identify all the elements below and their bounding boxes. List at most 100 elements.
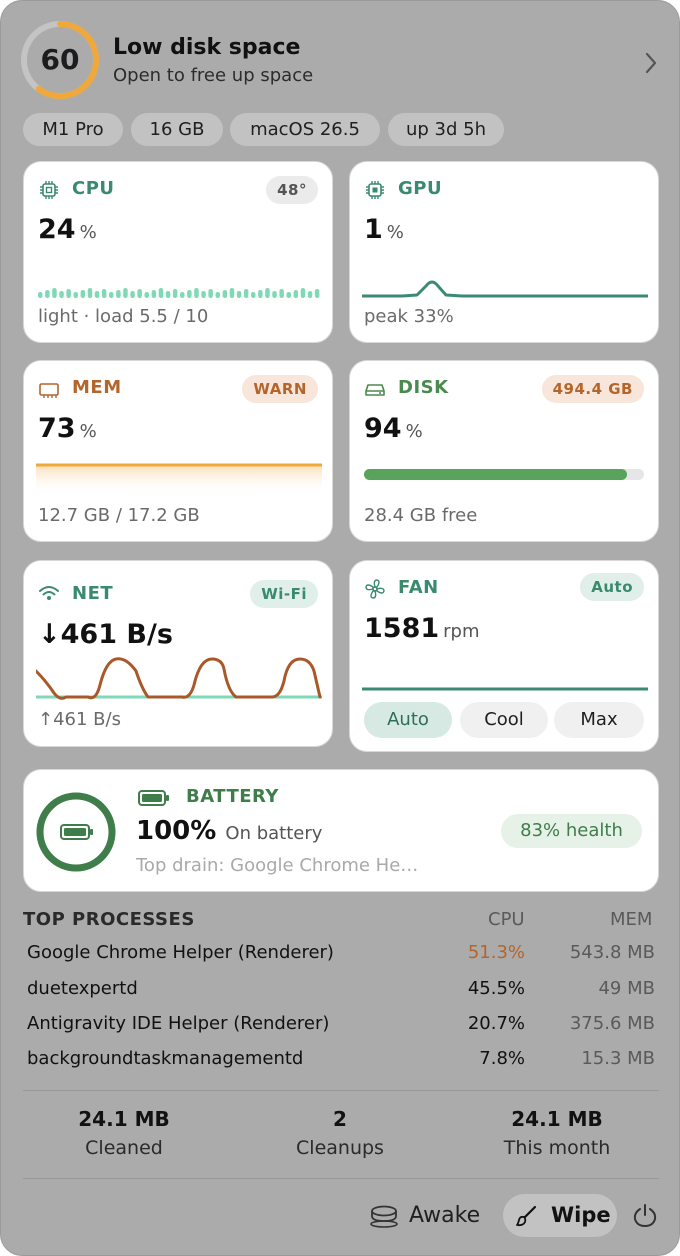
stat-cleanups: 2 Cleanups — [240, 1107, 440, 1159]
alert-title[interactable]: Low disk space — [113, 35, 300, 60]
memory-usage-detail: 12.7 GB / 17.2 GB — [38, 505, 200, 526]
memory-title: MEM — [72, 377, 122, 398]
cpu-sparkline-bar — [116, 290, 121, 298]
memory-warning-badge: WARN — [242, 375, 318, 403]
network-title: NET — [72, 583, 114, 604]
fan-title: FAN — [398, 577, 439, 598]
gpu-history-sparkline — [362, 280, 648, 298]
disk-usage: 94% — [364, 413, 423, 444]
network-upload-rate: ↑461 B/s — [38, 709, 121, 730]
process-name: Google Chrome Helper (Renderer) — [27, 942, 334, 963]
cpu-sparkline-bar — [307, 291, 313, 298]
cpu-sparkline-bar — [229, 288, 235, 298]
memory-usage-unit: % — [79, 421, 97, 442]
process-memory: 15.3 MB — [581, 1048, 655, 1069]
battery-status: 100% On battery — [136, 816, 322, 846]
cpu-usage: 24% — [38, 214, 97, 245]
cpu-sparkline-bar — [101, 289, 107, 298]
gpu-title: GPU — [398, 178, 443, 199]
memory-usage-value: 73 — [38, 413, 76, 444]
memory-history-chart — [36, 463, 322, 495]
battery-icon — [138, 790, 169, 806]
chip-os-version: macOS 26.5 — [230, 113, 380, 146]
alert-subtitle[interactable]: Open to free up space — [113, 65, 313, 86]
cpu-card[interactable]: CPU 48° 24% light · load 5.5 / 10 — [23, 161, 333, 343]
processes-cpu-header[interactable]: CPU — [488, 909, 525, 930]
stat-cleanups-value: 2 — [333, 1107, 347, 1131]
network-download-value: ↓461 B/s — [38, 619, 173, 650]
cpu-temperature-badge: 48° — [266, 176, 318, 204]
awake-label: Awake — [409, 1203, 481, 1228]
process-row[interactable]: Antigravity IDE Helper (Renderer) 20.7% … — [27, 1013, 655, 1045]
system-monitor-panel: 60 Low disk space Open to free up space … — [0, 0, 680, 1256]
cpu-usage-value: 24 — [38, 214, 76, 245]
memory-usage: 73% — [38, 413, 97, 444]
cpu-sparkline-bar — [59, 291, 64, 298]
cpu-sparkline-bar — [151, 290, 157, 298]
stat-this-month: 24.1 MB This month — [457, 1107, 657, 1159]
chevron-right-icon[interactable] — [641, 49, 661, 77]
battery-health-badge: 83% health — [501, 814, 642, 848]
cpu-sparkline-bar — [165, 291, 171, 298]
stat-cleaned-label: Cleaned — [85, 1137, 163, 1159]
memory-card[interactable]: MEM WARN 73% 12.7 GB / 17.2 GB — [23, 360, 333, 542]
cpu-sparkline-bar — [279, 289, 284, 298]
cpu-sparkline-bar — [158, 288, 164, 298]
wipe-button[interactable]: Wipe — [503, 1194, 617, 1237]
battery-top-drain: Top drain: Google Chrome He… — [136, 855, 419, 876]
battery-card[interactable]: BATTERY 100% On battery Top drain: Googl… — [23, 769, 659, 892]
fan-card[interactable]: FAN Auto 1581 rpm Auto Cool Max — [349, 560, 659, 752]
cpu-sparkline-bar — [130, 291, 135, 298]
cpu-sparkline-bar — [172, 289, 178, 298]
stat-cleanups-label: Cleanups — [296, 1137, 384, 1159]
wifi-icon — [39, 586, 59, 600]
power-icon[interactable] — [631, 1202, 659, 1230]
battery-ring-icon — [60, 824, 93, 840]
disk-capacity-badge: 494.4 GB — [541, 375, 644, 403]
cpu-sparkline-bar — [208, 289, 213, 298]
cpu-sparkline-bar — [286, 292, 291, 298]
cpu-sparkline-bar — [293, 290, 299, 298]
network-download-rate: ↓461 B/s — [38, 619, 173, 650]
cpu-sparkline-bar — [52, 288, 57, 298]
process-cpu: 51.3% — [467, 942, 525, 963]
processes-mem-header[interactable]: MEM — [610, 909, 652, 930]
gpu-peak-text: peak 33% — [364, 306, 454, 327]
fan-mode-max-button[interactable]: Max — [554, 702, 644, 738]
fan-icon — [365, 579, 385, 599]
cpu-sparkline-bar — [251, 292, 256, 298]
cpu-sparkline-bar — [222, 290, 228, 298]
network-card[interactable]: NET Wi-Fi ↓461 B/s ↑461 B/s — [23, 560, 333, 747]
cpu-usage-unit: % — [79, 222, 97, 243]
cpu-sparkline-bar — [258, 290, 263, 298]
disk-drive-icon — [365, 384, 385, 396]
health-score-value: 60 — [40, 43, 80, 76]
fan-mode-auto-button[interactable]: Auto — [364, 702, 452, 738]
cpu-sparkline-bar — [109, 292, 114, 298]
battery-level-ring — [36, 792, 116, 872]
cpu-sparkline-bar — [215, 292, 220, 298]
network-traffic-chart — [36, 657, 322, 700]
process-row[interactable]: Google Chrome Helper (Renderer) 51.3% 54… — [27, 942, 655, 974]
cpu-sparkline-bar — [314, 289, 320, 298]
network-type-badge: Wi-Fi — [250, 580, 318, 608]
cpu-chip-icon — [40, 181, 58, 199]
cpu-sparkline-bar — [94, 291, 100, 298]
process-cpu: 7.8% — [479, 1048, 525, 1069]
process-name: duetexpertd — [27, 978, 138, 999]
memory-icon — [39, 383, 59, 398]
stat-this-month-label: This month — [503, 1137, 611, 1159]
awake-button[interactable]: Awake — [363, 1195, 487, 1237]
gpu-card[interactable]: GPU 1% peak 33% — [349, 161, 659, 343]
disk-usage-bar — [364, 469, 644, 480]
disk-title: DISK — [398, 377, 449, 398]
process-row[interactable]: duetexpertd 45.5% 49 MB — [27, 978, 655, 1010]
disk-free-text: 28.4 GB free — [364, 505, 478, 526]
fan-mode-cool-button[interactable]: Cool — [460, 702, 548, 738]
process-row[interactable]: backgroundtaskmanagementd 7.8% 15.3 MB — [27, 1048, 655, 1080]
cpu-sparkline-bar — [265, 288, 270, 298]
top-processes-title: TOP PROCESSES — [23, 909, 195, 930]
disk-usage-bar-fill — [364, 469, 628, 480]
cpu-sparkline-bar — [45, 290, 50, 298]
disk-card[interactable]: DISK 494.4 GB 94% 28.4 GB free — [349, 360, 659, 542]
